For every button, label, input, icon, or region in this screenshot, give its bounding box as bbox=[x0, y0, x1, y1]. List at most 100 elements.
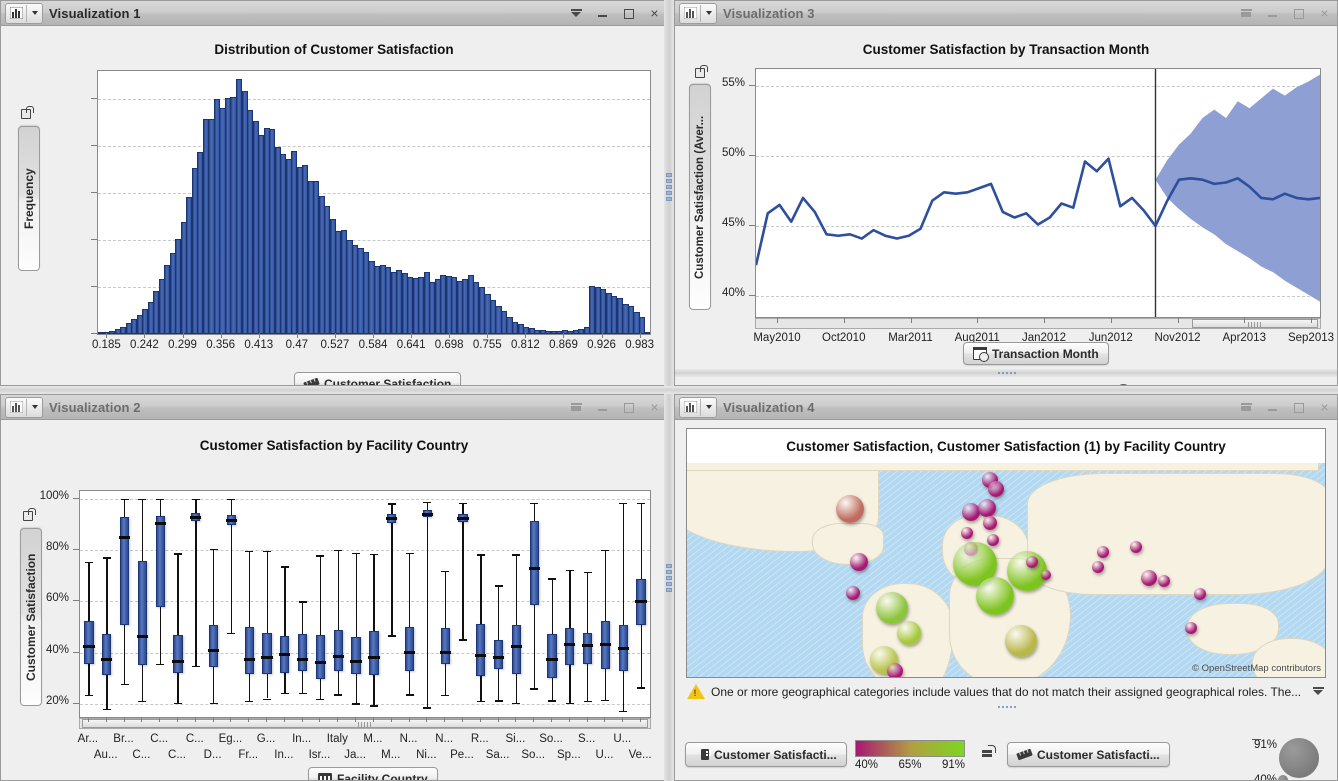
color-by-button[interactable]: Customer Satisfacti... bbox=[685, 742, 847, 767]
map-bubble[interactable] bbox=[1158, 575, 1170, 587]
close-icon[interactable]: × bbox=[1318, 400, 1331, 414]
y-axis-selector-customer-satisfaction-average[interactable]: Customer Satisfaction (Aver... bbox=[689, 84, 711, 310]
warning-expand-icon[interactable] bbox=[1312, 685, 1325, 698]
x-tick-mark bbox=[426, 718, 428, 722]
map-bubble[interactable] bbox=[1097, 546, 1109, 558]
color-legend[interactable]: 40% 65% 91% bbox=[855, 740, 965, 771]
unlock-icon-size-legend[interactable] bbox=[982, 745, 996, 759]
viz-type-button[interactable] bbox=[5, 2, 43, 24]
scrollbar-thumb[interactable] bbox=[82, 719, 648, 728]
map-bubble[interactable] bbox=[976, 577, 1014, 615]
boxplot-box bbox=[80, 491, 650, 717]
map-bubble[interactable] bbox=[850, 553, 868, 571]
viz-type-button[interactable] bbox=[679, 396, 717, 418]
boxplot-box bbox=[80, 491, 650, 717]
x-tick-mark bbox=[487, 333, 489, 338]
map-bubble[interactable] bbox=[988, 481, 1004, 497]
map-bubble[interactable] bbox=[978, 499, 996, 517]
chevron-down-icon[interactable] bbox=[700, 4, 716, 22]
chevron-down-icon[interactable] bbox=[26, 4, 42, 22]
map-bubble[interactable] bbox=[987, 534, 999, 546]
histogram-plot-area[interactable] bbox=[97, 70, 651, 335]
maximize-icon[interactable] bbox=[1292, 7, 1305, 20]
map-bubble[interactable] bbox=[1194, 588, 1206, 600]
window-menu-icon[interactable] bbox=[570, 401, 583, 414]
map-bubble[interactable] bbox=[983, 516, 997, 530]
warning-icon bbox=[687, 684, 705, 699]
map-bubble[interactable] bbox=[1185, 622, 1197, 634]
x-tick-label: Sep2013 bbox=[1287, 332, 1335, 344]
maximize-icon[interactable] bbox=[622, 7, 635, 20]
vertical-splitter-top[interactable] bbox=[664, 0, 674, 386]
line-plot-area[interactable] bbox=[755, 68, 1321, 318]
window-menu-icon[interactable] bbox=[570, 7, 583, 20]
x-tick-mark bbox=[141, 718, 143, 722]
y-tick-label: 50% bbox=[721, 146, 745, 159]
boxplot-plot-area[interactable] bbox=[79, 490, 651, 718]
legend-splitter[interactable] bbox=[675, 369, 1337, 377]
splitter-grip bbox=[666, 173, 672, 201]
box-rect bbox=[565, 628, 575, 666]
map-bubble[interactable] bbox=[1041, 570, 1051, 580]
map-bubble[interactable] bbox=[1141, 570, 1157, 586]
map-container[interactable]: Customer Satisfaction, Customer Satisfac… bbox=[686, 428, 1326, 678]
map-bubble[interactable] bbox=[1092, 561, 1104, 573]
map-bubble[interactable] bbox=[897, 621, 921, 645]
horizontal-splitter[interactable] bbox=[0, 386, 1338, 394]
viz-type-button[interactable] bbox=[679, 2, 717, 24]
whisker-line bbox=[195, 498, 197, 667]
boxplot-scrollbar[interactable] bbox=[79, 718, 651, 729]
titlebar-visualization-3[interactable]: Visualization 3 × bbox=[675, 1, 1337, 26]
viz-type-button[interactable] bbox=[5, 396, 43, 418]
minimize-icon[interactable] bbox=[596, 401, 609, 414]
titlebar-visualization-2[interactable]: Visualization 2 × bbox=[1, 395, 667, 420]
vertical-splitter-bottom[interactable] bbox=[664, 394, 674, 781]
scrollbar-thumb[interactable] bbox=[1192, 319, 1318, 328]
minimize-icon[interactable] bbox=[1266, 401, 1279, 414]
close-icon[interactable]: × bbox=[648, 400, 661, 414]
size-by-button[interactable]: Customer Satisfacti... bbox=[1007, 742, 1170, 767]
close-icon[interactable]: × bbox=[648, 6, 661, 20]
median-line bbox=[457, 517, 469, 521]
map-bubble[interactable] bbox=[846, 586, 860, 600]
lock-icon-y-axis[interactable] bbox=[23, 508, 36, 521]
map-bubble[interactable] bbox=[836, 495, 864, 523]
window-menu-icon[interactable] bbox=[1240, 7, 1253, 20]
y-axis-selector-customer-satisfaction[interactable]: Customer Satisfaction bbox=[20, 528, 42, 706]
box-rect bbox=[333, 629, 343, 671]
median-line bbox=[172, 659, 184, 663]
map-bubble[interactable] bbox=[887, 663, 903, 677]
x-tick-mark bbox=[105, 718, 107, 722]
chevron-down-icon[interactable] bbox=[700, 398, 716, 416]
whisker-cap-low bbox=[84, 695, 93, 697]
x-axis-selector-transaction-month[interactable]: Transaction Month bbox=[963, 342, 1109, 365]
landmass-1 bbox=[812, 523, 884, 565]
minimize-icon[interactable] bbox=[596, 7, 609, 20]
boxplot-box bbox=[80, 491, 650, 717]
box-rect bbox=[476, 624, 486, 676]
legend-splitter[interactable] bbox=[675, 704, 1337, 712]
whisker-line bbox=[569, 570, 571, 703]
close-icon[interactable]: × bbox=[1318, 6, 1331, 20]
lock-icon-y-axis[interactable] bbox=[21, 106, 34, 119]
minimize-icon[interactable] bbox=[1266, 7, 1279, 20]
map-bubble[interactable] bbox=[1026, 556, 1038, 568]
x-axis-selector-facility-country[interactable]: Facility Country bbox=[308, 767, 438, 780]
maximize-icon[interactable] bbox=[1292, 401, 1305, 414]
line-chart-scrollbar[interactable] bbox=[755, 318, 1321, 329]
titlebar-visualization-4[interactable]: Visualization 4 × bbox=[675, 395, 1337, 420]
map-bubble[interactable] bbox=[961, 527, 973, 539]
x-tick-mark bbox=[551, 718, 553, 722]
map-bubble[interactable] bbox=[1005, 625, 1037, 657]
map-bubble[interactable] bbox=[876, 592, 908, 624]
chevron-down-icon[interactable] bbox=[26, 398, 42, 416]
window-menu-icon[interactable] bbox=[1240, 401, 1253, 414]
map-bubble[interactable] bbox=[1130, 541, 1142, 553]
whisker-cap-low bbox=[405, 694, 414, 696]
maximize-icon[interactable] bbox=[622, 401, 635, 414]
y-axis-selector-frequency[interactable]: Frequency bbox=[18, 126, 40, 271]
titlebar-visualization-1[interactable]: Visualization 1 × bbox=[1, 1, 667, 26]
box-rect bbox=[404, 626, 415, 671]
x-axis-selector-customer-satisfaction[interactable]: Customer Satisfaction bbox=[294, 372, 462, 385]
map-canvas[interactable]: © OpenStreetMap contributors bbox=[687, 463, 1325, 677]
